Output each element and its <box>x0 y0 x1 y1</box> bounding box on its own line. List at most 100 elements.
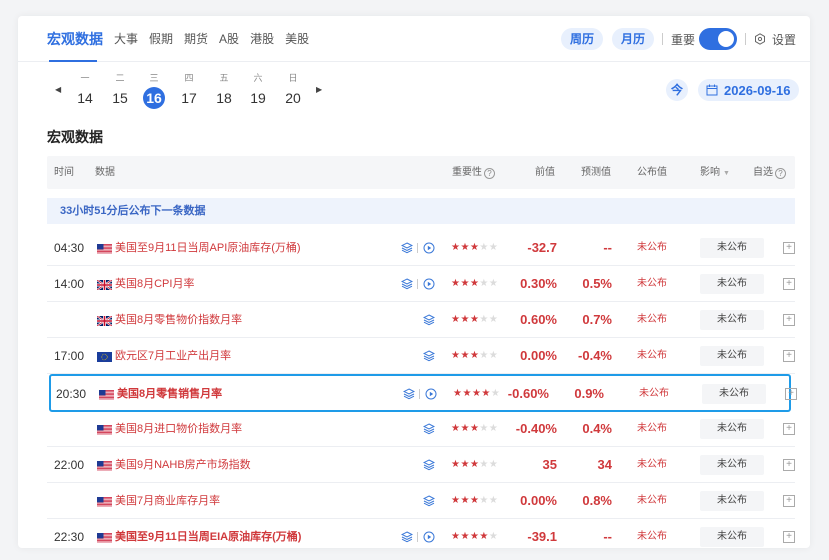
table-row[interactable]: 美国8月进口物价指数月率 ★★★★★ -0.40% 0.4% 未公布 未公布 + <box>47 411 795 447</box>
table-row[interactable]: 17:00 欧元区7月工业产出月率 ★★★★★ 0.00% -0.4% 未公布 未公布 + <box>47 338 795 374</box>
table-row[interactable]: 美国7月商业库存月率 ★★★★★ 0.00% 0.8% 未公布 未公布 + <box>47 483 795 519</box>
help-icon[interactable]: ? <box>484 168 495 179</box>
date-day-3[interactable]: 四 17 <box>177 72 201 109</box>
indicator-name[interactable]: 美国至9月11日当周API原油库存(万桶) <box>115 230 301 266</box>
header-impact[interactable]: 影响 ▼ <box>700 156 730 190</box>
weekday-label: 五 <box>219 73 229 83</box>
week-date-strip: ◀ ▶ 一 14 二 15 三 16 四 17 五 18 六 19 日 20 <box>18 68 810 114</box>
us-flag-icon <box>97 496 112 507</box>
day-number: 18 <box>216 90 232 106</box>
impact-badge: 未公布 <box>700 491 764 511</box>
table-header: 时间 数据 重要性? 前值 预测值 公布值 影响 ▼ 自选? <box>47 156 795 189</box>
divider <box>417 243 418 253</box>
top-right-controls: 周历 月历 重要 设置 <box>552 28 796 50</box>
us-flag-icon <box>97 424 112 435</box>
layers-icon[interactable] <box>401 242 413 254</box>
table-row[interactable]: 英国8月零售物价指数月率 ★★★★★ 0.60% 0.7% 未公布 未公布 + <box>47 302 795 338</box>
today-button[interactable]: 今 <box>666 79 688 101</box>
indicator-name[interactable]: 英国8月零售物价指数月率 <box>115 302 242 338</box>
prev-value: 0.00% <box>520 493 557 508</box>
add-to-watch-icon[interactable]: + <box>783 423 795 435</box>
play-icon[interactable] <box>423 531 435 543</box>
settings-icon <box>754 33 765 45</box>
month-calendar-button[interactable]: 月历 <box>611 28 654 50</box>
date-picker[interactable]: 2026-09-16 <box>698 79 799 101</box>
category-tabs: 宏观数据 大事 假期 期货 A股 港股 美股 <box>47 16 320 62</box>
help-icon[interactable]: ? <box>775 168 786 179</box>
row-icons <box>401 422 441 436</box>
importance-stars: ★★★★★ <box>451 495 499 506</box>
tab-5[interactable]: 港股 <box>250 16 274 62</box>
indicator-name[interactable]: 美国8月进口物价指数月率 <box>115 411 242 447</box>
importance-stars: ★★★★★ <box>451 242 499 253</box>
day-number: 14 <box>77 90 93 106</box>
uk-flag-icon <box>96 279 113 291</box>
indicator-name[interactable]: 美国至9月11日当周EIA原油库存(万桶) <box>115 519 301 548</box>
us-flag-icon <box>97 532 112 543</box>
prev-value: -0.40% <box>515 421 557 436</box>
important-toggle[interactable] <box>698 28 737 50</box>
add-to-watch-icon[interactable]: + <box>783 350 795 362</box>
forecast-value: 0.5% <box>582 276 612 291</box>
add-to-watch-icon[interactable]: + <box>785 388 797 400</box>
header-prev: 前值 <box>535 167 555 178</box>
importance-stars: ★★★★★ <box>451 423 499 434</box>
layers-icon[interactable] <box>423 314 435 326</box>
date-day-1[interactable]: 二 15 <box>108 72 132 109</box>
row-icons <box>401 458 441 472</box>
indicator-name[interactable]: 英国8月CPI月率 <box>115 266 194 302</box>
row-icons <box>401 349 441 363</box>
weekday-label: 四 <box>184 73 194 83</box>
play-icon[interactable] <box>425 388 437 400</box>
layers-icon[interactable] <box>423 423 435 435</box>
layers-icon[interactable] <box>401 531 413 543</box>
indicator-name[interactable]: 美国8月零售销售月率 <box>117 376 222 412</box>
layers-icon[interactable] <box>403 388 415 400</box>
importance-stars: ★★★★★ <box>451 350 499 361</box>
play-icon[interactable] <box>423 242 435 254</box>
layers-icon[interactable] <box>401 278 413 290</box>
add-to-watch-icon[interactable]: + <box>783 459 795 471</box>
add-to-watch-icon[interactable]: + <box>783 314 795 326</box>
tab-1[interactable]: 大事 <box>114 16 138 62</box>
date-day-6[interactable]: 日 20 <box>281 72 305 109</box>
week-calendar-button[interactable]: 周历 <box>560 28 603 50</box>
tab-2[interactable]: 假期 <box>149 16 173 62</box>
play-icon[interactable] <box>423 278 435 290</box>
table-row[interactable]: 14:00 英国8月CPI月率 ★★★★★ 0.30% 0.5% 未公布 未公布 + <box>47 266 795 302</box>
add-to-watch-icon[interactable]: + <box>783 495 795 507</box>
importance-stars: ★★★★★ <box>451 314 499 325</box>
table-row[interactable]: 04:30 美国至9月11日当周API原油库存(万桶) ★★★★★ -32.7 -- 未公… <box>47 230 795 266</box>
top-nav: 宏观数据 大事 假期 期货 A股 港股 美股 周历 月历 重要 设置 <box>18 16 810 62</box>
section-title: 宏观数据 <box>47 129 103 145</box>
table-row[interactable]: 22:00 美国9月NAHB房产市场指数 ★★★★★ 35 34 未公布 未公布 + <box>47 447 795 483</box>
indicator-name[interactable]: 美国9月NAHB房产市场指数 <box>115 447 251 483</box>
indicator-name[interactable]: 美国7月商业库存月率 <box>115 483 220 519</box>
date-day-4[interactable]: 五 18 <box>212 72 236 109</box>
row-time: 22:30 <box>54 530 85 544</box>
tab-6[interactable]: 美股 <box>285 16 309 62</box>
tab-3[interactable]: 期货 <box>184 16 208 62</box>
add-to-watch-icon[interactable]: + <box>783 531 795 543</box>
table-row[interactable]: 22:30 美国至9月11日当周EIA原油库存(万桶) ★★★★★ -39.1 -- 未公… <box>47 519 795 548</box>
prev-week-arrow-icon[interactable]: ◀ <box>55 85 61 94</box>
tab-4[interactable]: A股 <box>219 16 239 62</box>
indicator-name[interactable]: 欧元区7月工业产出月率 <box>115 338 231 374</box>
layers-icon[interactable] <box>423 459 435 471</box>
date-day-0[interactable]: 一 14 <box>73 72 97 109</box>
add-to-watch-icon[interactable]: + <box>783 278 795 290</box>
prev-value: 35 <box>542 457 557 472</box>
uk-flag-icon <box>96 315 113 327</box>
settings-button[interactable]: 设置 <box>754 31 796 48</box>
row-time: 22:00 <box>54 458 85 472</box>
tab-0[interactable]: 宏观数据 <box>47 16 103 62</box>
table-row[interactable]: 20:30 美国8月零售销售月率 ★★★★★ -0.60% 0.9% 未公布 未公布 + <box>49 374 797 412</box>
date-day-5[interactable]: 六 19 <box>246 72 270 109</box>
next-week-arrow-icon[interactable]: ▶ <box>316 85 322 94</box>
date-day-2[interactable]: 三 16 <box>142 72 166 109</box>
row-time: 17:00 <box>54 349 85 363</box>
layers-icon[interactable] <box>423 495 435 507</box>
layers-icon[interactable] <box>423 350 435 362</box>
add-to-watch-icon[interactable]: + <box>783 242 795 254</box>
day-number: 16 <box>143 87 165 109</box>
